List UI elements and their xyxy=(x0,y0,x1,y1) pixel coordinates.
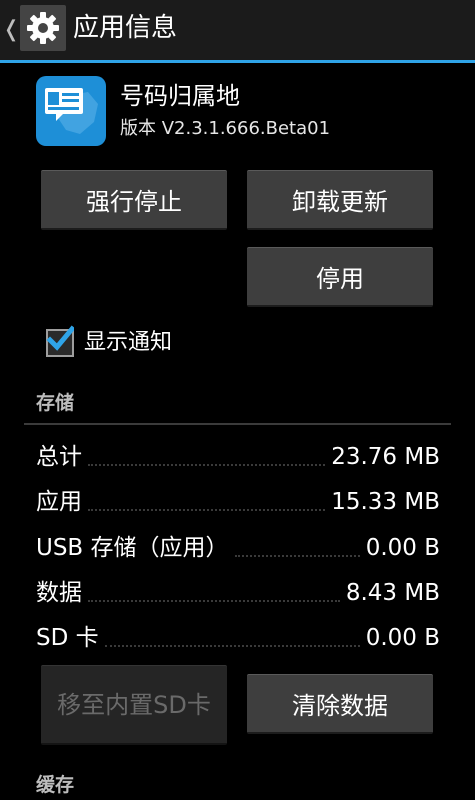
action-bar: ❬ 应用信息 xyxy=(0,0,475,60)
show-notifications-checkbox[interactable] xyxy=(46,325,74,357)
page-title: 应用信息 xyxy=(73,13,178,43)
disable-button[interactable]: 停用 xyxy=(247,247,433,307)
storage-row-label: 应用 xyxy=(36,489,82,515)
dotted-leader xyxy=(88,600,340,602)
storage-row-total: 总计 23.76 MB xyxy=(36,434,440,474)
uninstall-updates-button[interactable]: 卸载更新 xyxy=(247,170,433,230)
storage-row-value: 0.00 B xyxy=(365,535,440,561)
move-to-internal-sd-button[interactable]: 移至内置SD卡 xyxy=(41,665,227,745)
storage-row-label: USB 存储（应用） xyxy=(36,535,229,561)
app-version: 版本 V2.3.1.666.Beta01 xyxy=(120,118,331,139)
storage-row-label: 总计 xyxy=(36,444,82,470)
clear-data-button[interactable]: 清除数据 xyxy=(247,674,433,734)
checkmark-icon xyxy=(46,325,74,351)
gear-icon[interactable] xyxy=(20,5,66,51)
storage-row-app: 应用 15.33 MB xyxy=(36,479,440,519)
show-notifications-label[interactable]: 显示通知 xyxy=(84,326,172,360)
dotted-leader xyxy=(104,645,360,647)
app-icon xyxy=(36,76,106,146)
storage-row-label: SD 卡 xyxy=(36,625,99,651)
back-chevron-icon[interactable]: ❬ xyxy=(2,18,20,42)
storage-section-title: 存储 xyxy=(36,392,75,414)
storage-row-sd: SD 卡 0.00 B xyxy=(36,615,440,655)
storage-row-value: 8.43 MB xyxy=(345,580,440,606)
dotted-leader xyxy=(88,464,326,466)
dotted-leader xyxy=(88,509,326,511)
action-bar-accent-line xyxy=(0,60,475,63)
cache-section-title: 缓存 xyxy=(36,774,75,796)
storage-row-value: 0.00 B xyxy=(365,625,440,651)
storage-row-data: 数据 8.43 MB xyxy=(36,570,440,610)
storage-row-label: 数据 xyxy=(36,580,82,606)
storage-row-value: 15.33 MB xyxy=(331,489,440,515)
storage-row-value: 23.76 MB xyxy=(331,444,440,470)
storage-row-usb: USB 存储（应用） 0.00 B xyxy=(36,525,440,565)
force-stop-button[interactable]: 强行停止 xyxy=(41,170,227,230)
app-name: 号码归属地 xyxy=(120,82,240,110)
dotted-leader xyxy=(234,555,360,557)
storage-divider xyxy=(24,423,451,425)
